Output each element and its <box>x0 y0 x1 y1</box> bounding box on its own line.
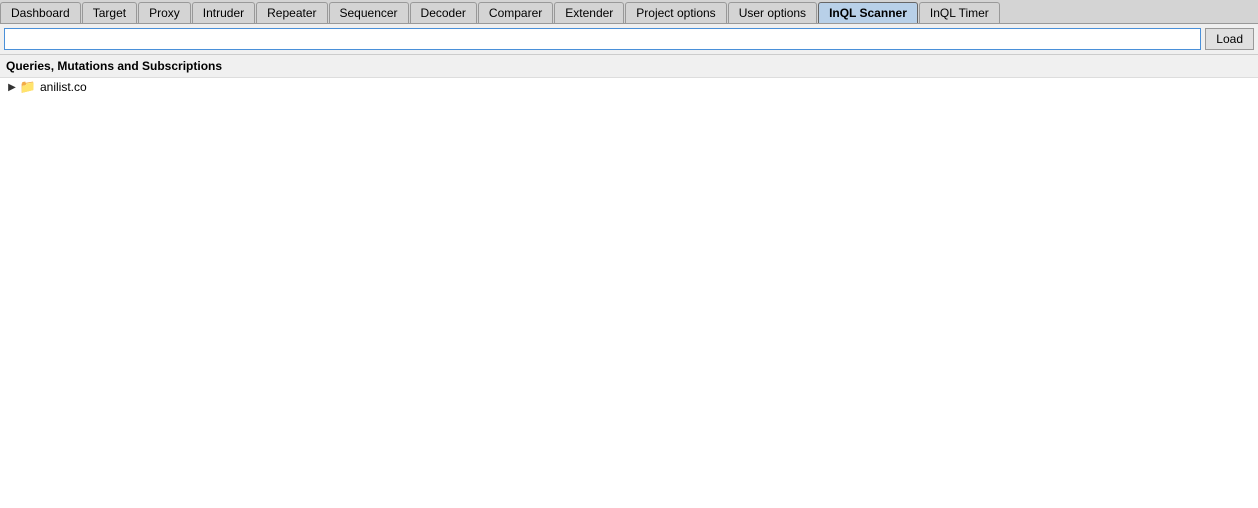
tab-inql-scanner[interactable]: InQL Scanner <box>818 2 918 23</box>
search-input[interactable] <box>4 28 1201 50</box>
search-bar-container: Load <box>0 24 1258 55</box>
tab-extender[interactable]: Extender <box>554 2 624 23</box>
tab-bar: DashboardTargetProxyIntruderRepeaterSequ… <box>0 0 1258 24</box>
tab-project-options[interactable]: Project options <box>625 2 726 23</box>
tab-proxy[interactable]: Proxy <box>138 2 191 23</box>
load-button[interactable]: Load <box>1205 28 1254 50</box>
tree-area: ▶📁 anilist.co <box>0 78 1258 508</box>
tab-repeater[interactable]: Repeater <box>256 2 327 23</box>
tab-target[interactable]: Target <box>82 2 137 23</box>
tab-intruder[interactable]: Intruder <box>192 2 255 23</box>
tab-user-options[interactable]: User options <box>728 2 817 23</box>
tab-dashboard[interactable]: Dashboard <box>0 2 81 23</box>
folder-icon-anilist: 📁 <box>20 80 36 94</box>
section-header: Queries, Mutations and Subscriptions <box>0 55 1258 78</box>
tab-sequencer[interactable]: Sequencer <box>329 2 409 23</box>
tab-comparer[interactable]: Comparer <box>478 2 553 23</box>
section-title: Queries, Mutations and Subscriptions <box>6 59 222 73</box>
tab-inql-timer[interactable]: InQL Timer <box>919 2 1000 23</box>
tree-label-anilist: anilist.co <box>40 80 87 94</box>
tab-decoder[interactable]: Decoder <box>410 2 477 23</box>
main-content: Load Queries, Mutations and Subscription… <box>0 24 1258 508</box>
tree-toggle-anilist[interactable]: ▶ <box>6 81 18 93</box>
tree-item-anilist[interactable]: ▶📁 anilist.co <box>0 78 1258 96</box>
